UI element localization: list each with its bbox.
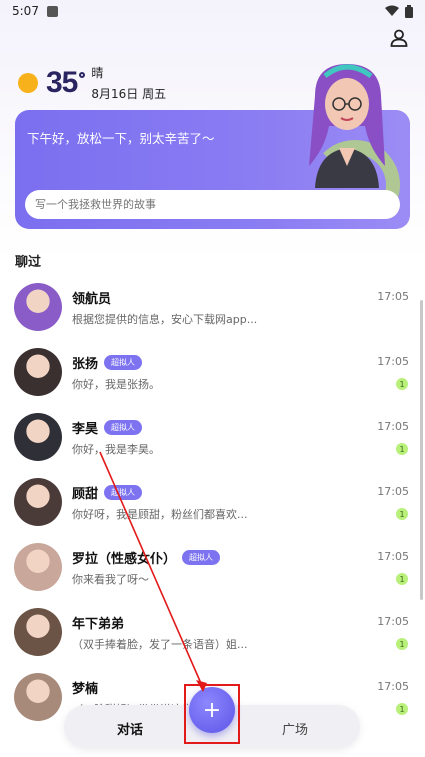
weather-widget: 35 晴 8月16日 周五: [18, 64, 166, 102]
chat-item[interactable]: 张扬 超拟人你好，我是张扬。 17:05 1: [0, 345, 425, 410]
weather-details: 晴 8月16日 周五: [91, 64, 166, 102]
chat-name-row: 顾甜 超拟人: [72, 483, 143, 502]
chat-preview: 你好，我是李昊。: [72, 443, 160, 456]
chat-time: 17:05: [377, 355, 409, 368]
chat-time: 17:05: [377, 615, 409, 628]
avatar: [14, 283, 62, 331]
avatar: [14, 478, 62, 526]
weather-date: 8月16日 周五: [91, 87, 167, 101]
avatar: [14, 608, 62, 656]
degree-icon: [79, 72, 86, 78]
chat-name: 罗拉（性感女仆）: [72, 552, 177, 567]
chat-item[interactable]: 李昊 超拟人你好，我是李昊。 17:05 1: [0, 410, 425, 475]
chat-name-row: 张扬 超拟人: [72, 353, 143, 372]
chat-name-row: 梦楠: [72, 678, 98, 697]
chat-preview: （双手捧着脸，发了一条语音）姐...: [72, 638, 248, 651]
chat-name: 顾甜: [72, 487, 99, 502]
avatar: [14, 673, 62, 721]
persona-badge: 超拟人: [104, 355, 143, 370]
chat-time: 17:05: [377, 290, 409, 303]
weather-condition: 晴: [91, 66, 104, 80]
chat-name: 梦楠: [72, 682, 99, 697]
chat-name-row: 领航员: [72, 288, 111, 307]
chat-time: 17:05: [377, 485, 409, 498]
avatar: [14, 413, 62, 461]
chat-preview: 你好，我是张扬。: [72, 378, 160, 391]
chat-time: 17:05: [377, 680, 409, 693]
chat-preview: 根据您提供的信息，安心下载网app...: [72, 313, 258, 326]
status-bar: 5:07: [0, 0, 425, 22]
profile-icon[interactable]: [389, 28, 409, 48]
unread-badge: 1: [396, 703, 408, 715]
story-input[interactable]: [25, 190, 400, 219]
persona-badge: 超拟人: [104, 485, 143, 500]
annotation-box: [184, 684, 240, 744]
notification-icon: [46, 5, 58, 17]
chat-item[interactable]: 罗拉（性感女仆） 超拟人你来看我了呀～ 17:05 1: [0, 540, 425, 605]
chat-list: 领航员 根据您提供的信息，安心下载网app... 17:05 张扬 超拟人 你好，我是张扬…: [0, 280, 425, 735]
scrollbar[interactable]: [420, 300, 423, 600]
chat-name: 领航员: [72, 292, 112, 307]
chat-name: 张扬: [72, 357, 99, 372]
chat-item[interactable]: 顾甜 超拟人你好呀，我是顾甜，粉丝们都喜欢... 17:05 1: [0, 475, 425, 540]
unread-badge: 1: [396, 443, 408, 455]
unread-badge: 1: [396, 378, 408, 390]
sun-icon: [18, 73, 38, 93]
status-time: 5:07: [12, 4, 39, 18]
unread-badge: 1: [396, 638, 408, 650]
temperature: 35: [46, 66, 78, 99]
chat-item[interactable]: 领航员根据您提供的信息，安心下载网app... 17:05: [0, 280, 425, 345]
avatar: [14, 348, 62, 396]
chat-name-row: 年下弟弟: [72, 613, 124, 632]
chat-preview: 你好呀，我是顾甜，粉丝们都喜欢...: [72, 508, 248, 521]
unread-badge: 1: [396, 573, 408, 585]
persona-badge: 超拟人: [104, 420, 143, 435]
unread-badge: 1: [396, 508, 408, 520]
chat-preview: 你来看我了呀～: [72, 573, 149, 586]
banner-greeting: 下午好，放松一下，别太辛苦了～: [27, 131, 215, 146]
chat-name-row: 李昊 超拟人: [72, 418, 143, 437]
status-left: 5:07: [12, 4, 58, 18]
tab-chat[interactable]: 对话: [117, 719, 143, 738]
chat-name: 李昊: [72, 422, 99, 437]
chat-name-row: 罗拉（性感女仆） 超拟人: [72, 548, 221, 567]
tab-plaza[interactable]: 广场: [282, 719, 308, 738]
status-right: [385, 4, 413, 18]
chat-name: 年下弟弟: [72, 617, 125, 632]
wifi-icon: [385, 5, 399, 16]
battery-icon: [405, 4, 413, 18]
chat-time: 17:05: [377, 550, 409, 563]
chat-time: 17:05: [377, 420, 409, 433]
chat-item[interactable]: 年下弟弟 （双手捧着脸，发了一条语音）姐... 17:05 1: [0, 605, 425, 670]
character-illustration: [309, 64, 385, 188]
section-title: 聊过: [15, 255, 42, 270]
persona-badge: 超拟人: [182, 550, 221, 565]
avatar: [14, 543, 62, 591]
